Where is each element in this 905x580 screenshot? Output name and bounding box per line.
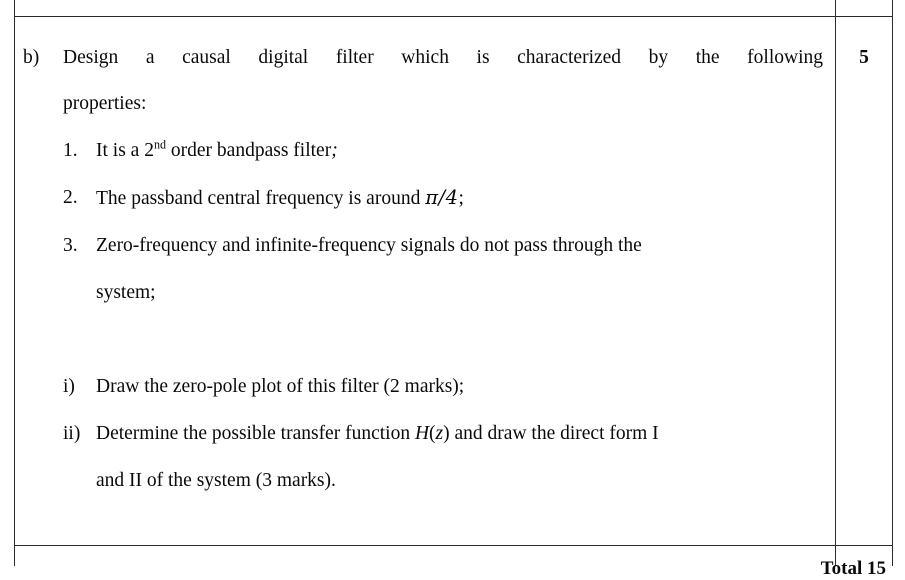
table-row: b) Design a causal digital filter which …	[14, 16, 893, 546]
transfer-function-symbol: H	[414, 423, 430, 444]
property-1-text-before: It is a 2	[96, 140, 154, 161]
property-1-text-after: order bandpass filter	[166, 140, 332, 161]
list-item: 2. The passband central frequency is aro…	[63, 174, 835, 222]
subquestion-ii-continuation: and II of the system (3 marks).	[96, 470, 336, 491]
table-row-top-partial	[14, 0, 893, 17]
total-row-body-cell	[14, 545, 836, 566]
list-item: 3. Zero-frequency and infinite-frequency…	[63, 222, 835, 316]
marks-value: 5	[859, 47, 869, 68]
table-row-bottom-partial: Total 15	[14, 545, 893, 579]
property-1-terminator: ;	[331, 140, 338, 161]
total-row-marks-cell: Total 15	[821, 545, 893, 579]
list-item: 1. It is a 2nd order bandpass filter;	[63, 127, 835, 174]
subquestions-list: i) Draw the zero-pole plot of this filte…	[15, 363, 835, 504]
list-item-text: Determine the possible transfer function…	[96, 410, 835, 504]
list-item-text: Zero-frequency and infinite-frequency si…	[96, 222, 835, 316]
list-marker: ii)	[63, 423, 81, 444]
property-3-continuation: system;	[96, 282, 156, 303]
top-row-marks-cell	[835, 0, 893, 17]
list-item-text: It is a 2nd order bandpass filter;	[96, 127, 835, 174]
pi-over-four-expression: π/4	[425, 186, 459, 209]
question-stem-line1: Design a causal digital filter which is …	[63, 47, 823, 68]
subquestion-i-text: Draw the zero-pole plot of this filter (…	[96, 376, 465, 397]
question-stem-first-line: b) Design a causal digital filter which …	[15, 17, 835, 80]
question-label: b)	[23, 47, 40, 68]
subquestion-ii-text-after: and draw the direct form I	[449, 423, 659, 444]
property-2-terminator: ;	[458, 188, 464, 209]
question-stem-line2: properties:	[63, 93, 147, 114]
z-variable: z	[435, 423, 444, 444]
list-marker: 2.	[63, 187, 78, 208]
property-3-text: Zero-frequency and infinite-frequency si…	[96, 235, 642, 256]
list-item: i) Draw the zero-pole plot of this filte…	[63, 363, 835, 410]
list-item: ii) Determine the possible transfer func…	[63, 410, 835, 504]
exam-question-table: b) Design a causal digital filter which …	[14, 0, 893, 579]
properties-list: 1. It is a 2nd order bandpass filter; 2.…	[15, 127, 835, 316]
question-body-cell: b) Design a causal digital filter which …	[14, 16, 836, 546]
ordinal-superscript: nd	[153, 137, 167, 152]
total-marks-label: Total 15	[820, 558, 886, 579]
list-item-text: The passband central frequency is around…	[96, 174, 835, 222]
marks-cell: 5	[835, 16, 893, 546]
list-marker: 3.	[63, 235, 78, 256]
top-row-body-cell	[14, 0, 836, 17]
blank-line-spacer	[15, 316, 835, 363]
property-2-text-before: The passband central frequency is around	[96, 188, 426, 209]
list-marker: 1.	[63, 140, 78, 161]
list-marker: i)	[63, 376, 75, 397]
subquestion-ii-text-before: Determine the possible transfer function	[96, 423, 415, 444]
document-page: b) Design a causal digital filter which …	[0, 0, 905, 579]
